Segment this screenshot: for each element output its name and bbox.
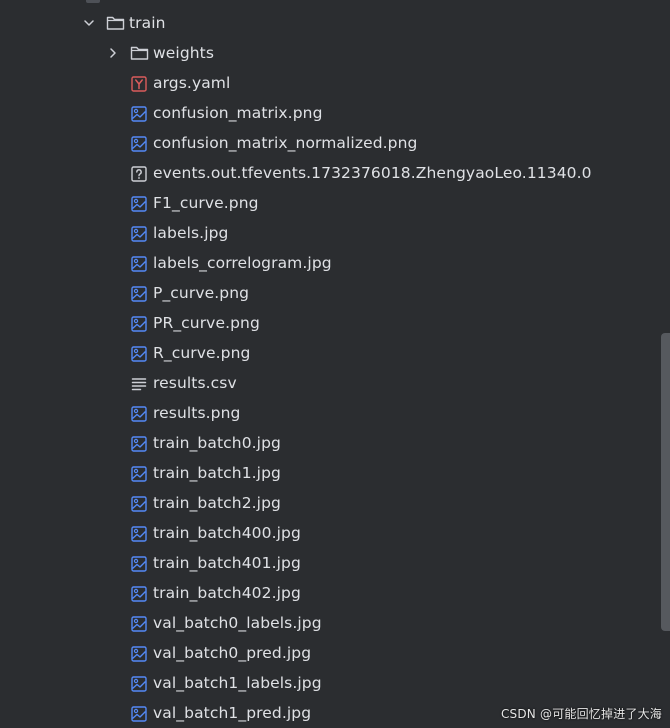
tree-folder-train[interactable]: train [0, 8, 658, 38]
tree-item-label: labels_correlogram.jpg [153, 254, 332, 272]
tree-file-p-curve-png[interactable]: P_curve.png [0, 278, 658, 308]
csdn-watermark: CSDN @可能回忆掉进了大海 [500, 707, 662, 721]
tree-file-val-batch0-labels-jpg[interactable]: val_batch0_labels.jpg [0, 608, 658, 638]
image-file-icon [130, 675, 147, 692]
image-file-icon [130, 555, 147, 572]
image-file-icon [130, 345, 147, 362]
tree-item-label: train_batch402.jpg [153, 584, 301, 602]
tree-item-label: args.yaml [153, 74, 231, 92]
tree-item-label: val_batch0_pred.jpg [153, 644, 312, 662]
image-file-icon [130, 705, 147, 722]
tree-file-events-out-tfevents-1732376018-zhengyaoleo-11340-0[interactable]: events.out.tfevents.1732376018.ZhengyaoL… [0, 158, 658, 188]
image-file-icon [130, 615, 147, 632]
folder-icon [130, 44, 149, 62]
tree-item-label: val_batch1_pred.jpg [153, 704, 312, 722]
image-file-icon [130, 225, 147, 242]
tree-item-label: R_curve.png [153, 344, 251, 362]
tree-item-label: P_curve.png [153, 284, 250, 302]
image-file-icon [130, 285, 147, 302]
tree-file-results-png[interactable]: results.png [0, 398, 658, 428]
vertical-scrollbar[interactable] [661, 333, 670, 631]
tree-item-label: val_batch1_labels.jpg [153, 674, 322, 692]
text-file-icon [130, 375, 147, 392]
image-file-icon [130, 405, 147, 422]
tree-item-label: events.out.tfevents.1732376018.ZhengyaoL… [153, 164, 592, 182]
tree-item-label: train_batch2.jpg [153, 494, 281, 512]
image-file-icon [130, 435, 147, 452]
tree-file-train-batch402-jpg[interactable]: train_batch402.jpg [0, 578, 658, 608]
image-file-icon [130, 105, 147, 122]
image-file-icon [130, 315, 147, 332]
tree-item-label: val_batch0_labels.jpg [153, 614, 322, 632]
image-file-icon [130, 195, 147, 212]
previous-row-edge [86, 0, 100, 3]
tree-item-label: PR_curve.png [153, 314, 260, 332]
tree-item-label: train_batch400.jpg [153, 524, 301, 542]
tree-item-label: train_batch401.jpg [153, 554, 301, 572]
folder-icon [106, 14, 125, 32]
tree-file-train-batch1-jpg[interactable]: train_batch1.jpg [0, 458, 658, 488]
image-file-icon [130, 135, 147, 152]
image-file-icon [130, 495, 147, 512]
tree-file-train-batch0-jpg[interactable]: train_batch0.jpg [0, 428, 658, 458]
tree-file-labels-correlogram-jpg[interactable]: labels_correlogram.jpg [0, 248, 658, 278]
tree-folder-weights[interactable]: weights [0, 38, 658, 68]
tree-file-results-csv[interactable]: results.csv [0, 368, 658, 398]
tree-file-args-yaml[interactable]: args.yaml [0, 68, 658, 98]
tree-item-label: labels.jpg [153, 224, 229, 242]
tree-file-labels-jpg[interactable]: labels.jpg [0, 218, 658, 248]
tree-file-f1-curve-png[interactable]: F1_curve.png [0, 188, 658, 218]
tree-file-r-curve-png[interactable]: R_curve.png [0, 338, 658, 368]
tree-item-label: train_batch1.jpg [153, 464, 281, 482]
yaml-file-icon [130, 75, 147, 92]
tree-item-label: weights [153, 44, 215, 62]
image-file-icon [130, 255, 147, 272]
tree-file-confusion-matrix-normalized-png[interactable]: confusion_matrix_normalized.png [0, 128, 658, 158]
tree-file-val-batch0-pred-jpg[interactable]: val_batch0_pred.jpg [0, 638, 658, 668]
tree-item-label: F1_curve.png [153, 194, 259, 212]
tree-file-pr-curve-png[interactable]: PR_curve.png [0, 308, 658, 338]
project-tree-panel: train weights args.yaml confusion_matrix.pn… [0, 0, 670, 728]
tree-file-val-batch1-labels-jpg[interactable]: val_batch1_labels.jpg [0, 668, 658, 698]
image-file-icon [130, 585, 147, 602]
tree-item-label: train [129, 14, 166, 32]
tree-item-label: train_batch0.jpg [153, 434, 281, 452]
tree-item-label: results.csv [153, 374, 237, 392]
unknown-file-icon [130, 165, 147, 182]
chevron-down-icon[interactable] [82, 16, 96, 30]
tree-item-label: confusion_matrix_normalized.png [153, 134, 418, 152]
image-file-icon [130, 645, 147, 662]
tree-item-label: confusion_matrix.png [153, 104, 323, 122]
tree-file-train-batch401-jpg[interactable]: train_batch401.jpg [0, 548, 658, 578]
image-file-icon [130, 525, 147, 542]
tree-file-confusion-matrix-png[interactable]: confusion_matrix.png [0, 98, 658, 128]
image-file-icon [130, 465, 147, 482]
tree-file-train-batch2-jpg[interactable]: train_batch2.jpg [0, 488, 658, 518]
tree-item-label: results.png [153, 404, 241, 422]
chevron-right-icon[interactable] [106, 46, 120, 60]
tree-file-train-batch400-jpg[interactable]: train_batch400.jpg [0, 518, 658, 548]
